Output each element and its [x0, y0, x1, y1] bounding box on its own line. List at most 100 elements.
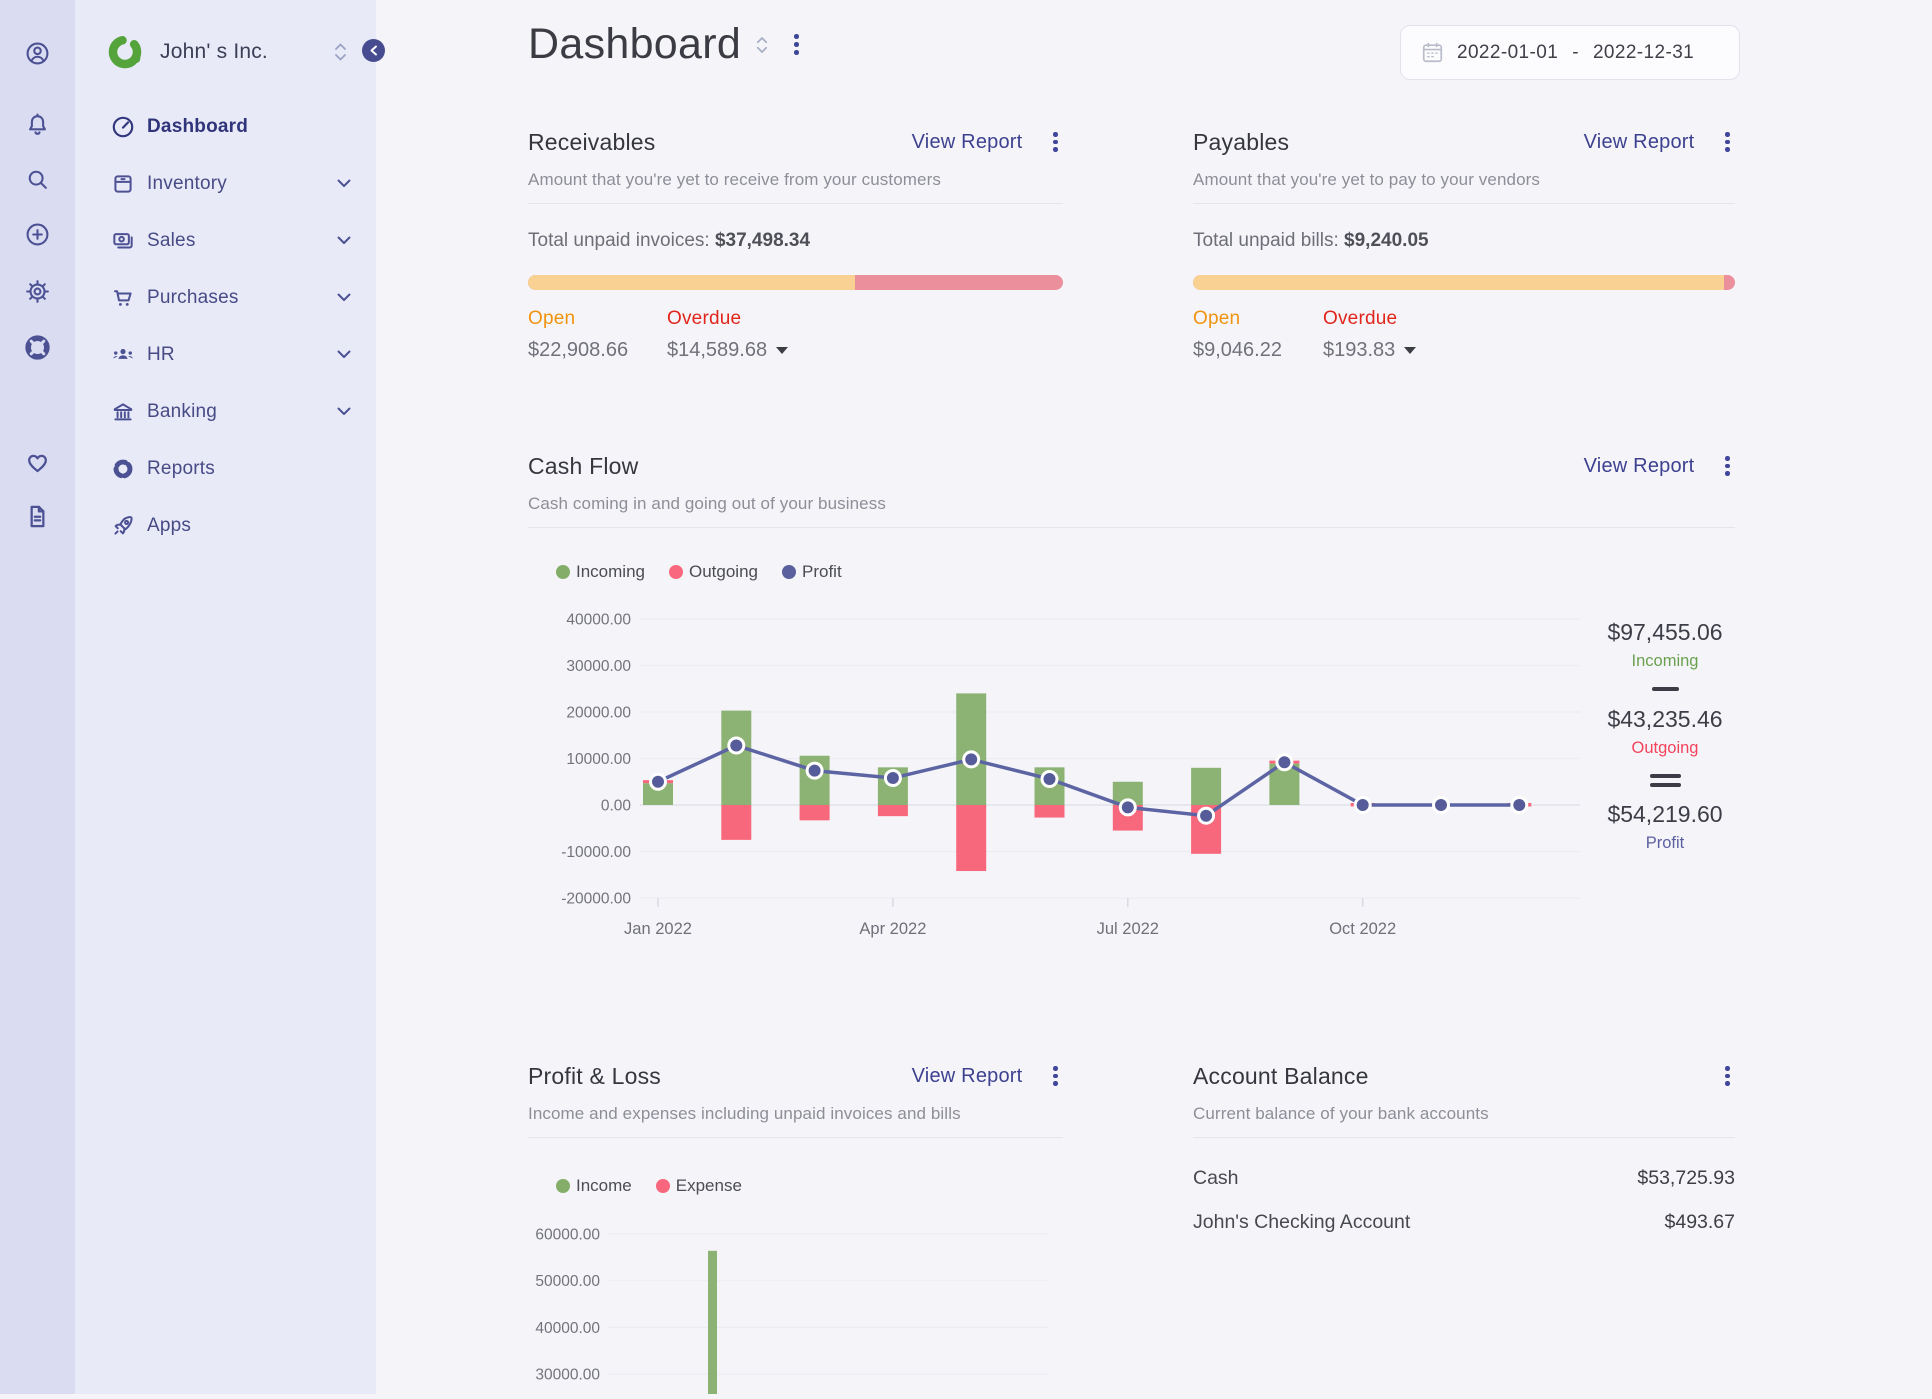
svg-text:40000.00: 40000.00 [566, 612, 631, 629]
payables-progress-open [1193, 275, 1724, 290]
receivables-kebab-menu[interactable] [1048, 127, 1063, 156]
receivables-progress-bar [528, 275, 1063, 290]
receivables-view-report-link[interactable]: View Report [912, 131, 1023, 154]
pie-chart-icon [110, 456, 136, 482]
payables-overdue-stat: Overdue $193.83 [1323, 308, 1462, 362]
open-value: $9,046.22 [1193, 339, 1282, 361]
svg-text:50000.00: 50000.00 [535, 1273, 600, 1290]
chevron-down-icon [337, 350, 351, 359]
overdue-label: Overdue [667, 308, 742, 329]
open-value: $22,908.66 [528, 339, 629, 361]
account-row: Cash $53,725.93 [1193, 1164, 1735, 1192]
divider [528, 527, 1735, 528]
sidebar: John' s Inc. Dashboard Inventory Sales P… [75, 0, 385, 1394]
open-label: Open [528, 308, 576, 329]
payables-subtitle: Amount that you're yet to pay to your ve… [1193, 170, 1540, 189]
account-value: $493.67 [1664, 1210, 1736, 1233]
plus-circle-icon[interactable] [24, 221, 51, 248]
heart-icon[interactable] [24, 449, 51, 476]
rocket-icon [110, 513, 136, 539]
sidebar-item-purchases[interactable]: Purchases [75, 269, 376, 326]
account-balance-kebab-menu[interactable] [1720, 1061, 1735, 1090]
payables-title: Payables [1193, 128, 1290, 155]
sidebar-item-sales[interactable]: Sales [75, 212, 376, 269]
receivables-total: Total unpaid invoices: $37,498.34 [528, 230, 811, 251]
svg-text:Jul 2022: Jul 2022 [1097, 920, 1159, 938]
sidebar-item-label: HR [147, 343, 175, 365]
expense-dot-icon [655, 1179, 670, 1193]
svg-text:10000.00: 10000.00 [566, 751, 631, 768]
overdue-dropdown-caret[interactable] [776, 347, 789, 355]
document-icon[interactable] [24, 503, 51, 530]
legend-item-income[interactable]: Income [556, 1176, 632, 1196]
sidebar-collapse-button[interactable] [362, 39, 385, 62]
date-range-picker[interactable]: 2022-01-01 - 2022-12-31 [1400, 25, 1740, 80]
profit-total: $54,219.60 [1607, 801, 1723, 827]
receivables-title: Receivables [528, 128, 656, 155]
company-name[interactable]: John' s Inc. [160, 40, 268, 64]
account-icon[interactable] [24, 40, 51, 67]
calendar-icon [1420, 40, 1445, 65]
account-balance-card: Account Balance Current balance of your … [1193, 1060, 1735, 1252]
banknote-icon [110, 228, 136, 254]
payables-total: Total unpaid bills: $9,240.05 [1193, 230, 1429, 251]
cashflow-kebab-menu[interactable] [1720, 451, 1735, 480]
cashflow-view-report-link[interactable]: View Report [1584, 455, 1695, 478]
svg-text:0.00: 0.00 [601, 798, 632, 815]
divider [1193, 203, 1735, 204]
account-row: John's Checking Account $493.67 [1193, 1208, 1735, 1236]
box-icon [110, 171, 136, 197]
company-switcher[interactable]: John' s Inc. [75, 30, 385, 78]
payables-progress-bar [1193, 275, 1735, 290]
chevron-down-icon [337, 236, 351, 245]
profit-loss-chart[interactable]: 60000.00 50000.00 40000.00 30000.00 [528, 1218, 1063, 1394]
sidebar-item-banking[interactable]: Banking [75, 383, 376, 440]
sidebar-item-apps[interactable]: Apps [75, 497, 376, 554]
open-label: Open [1193, 308, 1241, 329]
sidebar-item-dashboard[interactable]: Dashboard [75, 98, 376, 155]
search-icon[interactable] [24, 166, 51, 193]
cart-icon [110, 285, 136, 311]
bell-icon[interactable] [24, 111, 51, 138]
cashflow-chart[interactable]: -20000.00 -10000.00 0.00 10000.00 20000.00 30… [528, 558, 1588, 958]
gear-icon[interactable] [24, 278, 51, 305]
profit-loss-kebab-menu[interactable] [1048, 1061, 1063, 1090]
svg-text:-10000.00: -10000.00 [561, 844, 631, 861]
sidebar-item-label: Apps [147, 514, 192, 536]
date-end: 2022-12-31 [1592, 41, 1695, 63]
payables-view-report-link[interactable]: View Report [1584, 131, 1695, 154]
receivables-card: Receivables View Report Amount that you'… [528, 126, 1063, 362]
date-start: 2022-01-01 [1457, 41, 1559, 63]
divider [528, 1137, 1063, 1138]
sidebar-item-hr[interactable]: HR [75, 326, 376, 383]
speedometer-icon [110, 114, 136, 140]
cashflow-subtitle: Cash coming in and going out of your bus… [528, 494, 886, 513]
chevron-down-icon [337, 179, 351, 188]
svg-text:30000.00: 30000.00 [535, 1367, 600, 1384]
account-balance-subtitle: Current balance of your bank accounts [1193, 1104, 1489, 1123]
svg-text:Jan 2022: Jan 2022 [624, 920, 692, 938]
profit-loss-view-report-link[interactable]: View Report [912, 1065, 1023, 1088]
cashflow-card: Cash Flow View Report Cash coming in and… [528, 450, 1735, 955]
sidebar-item-label: Sales [147, 229, 196, 251]
dashboard-app: { "company": { "name": "John' s Inc." },… [0, 0, 1932, 1394]
page-kebab-menu[interactable] [789, 30, 804, 59]
divider [528, 203, 1063, 204]
profit-loss-card: Profit & Loss View Report Income and exp… [528, 1060, 1063, 1394]
company-logo-icon [105, 33, 145, 73]
minus-icon [1651, 687, 1679, 691]
page-title-sort-icon[interactable] [755, 32, 769, 58]
account-balance-title: Account Balance [1193, 1062, 1369, 1089]
lifebuoy-icon[interactable] [24, 334, 51, 361]
account-list: Cash $53,725.93 John's Checking Account … [1193, 1164, 1735, 1236]
receivables-overdue-stat: Overdue $14,589.68 [667, 308, 806, 362]
legend-item-expense[interactable]: Expense [655, 1176, 742, 1196]
svg-text:20000.00: 20000.00 [566, 705, 631, 722]
overdue-dropdown-caret[interactable] [1404, 347, 1417, 355]
company-sort-icon[interactable] [333, 39, 348, 65]
sidebar-item-reports[interactable]: Reports [75, 440, 376, 497]
sidebar-item-label: Banking [147, 400, 218, 422]
receivables-progress-open [528, 275, 855, 290]
sidebar-item-inventory[interactable]: Inventory [75, 155, 376, 212]
payables-kebab-menu[interactable] [1720, 127, 1735, 156]
